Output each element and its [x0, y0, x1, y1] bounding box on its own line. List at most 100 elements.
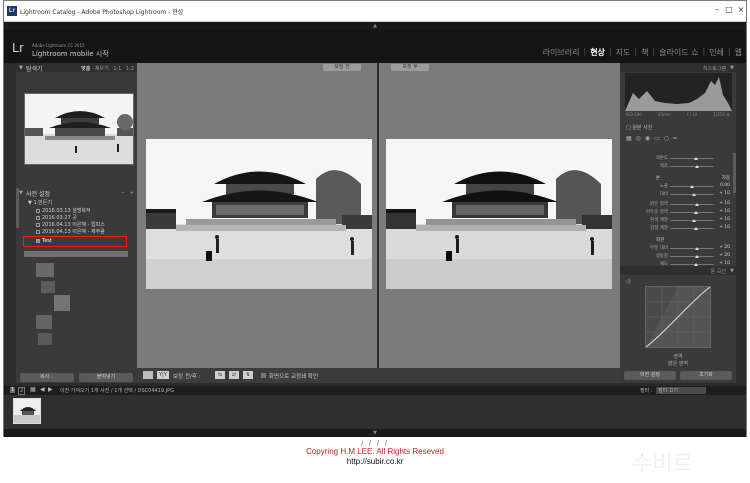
previous-settings-button[interactable]: 이전 설정 — [624, 371, 676, 380]
minimize-icon[interactable]: – — [712, 5, 722, 15]
slider-track[interactable] — [670, 263, 714, 266]
slider-row[interactable]: 색온도 — [626, 155, 730, 162]
tone-curve-graph[interactable] — [645, 286, 711, 348]
slider-row[interactable]: 부분 대비 + 20 — [626, 245, 730, 252]
slider-knob[interactable] — [690, 185, 694, 188]
copy-after-to-before-icon[interactable]: ⇄ — [229, 371, 239, 379]
zoom-fit[interactable]: 맞춤 — [81, 66, 90, 72]
slider-knob[interactable] — [693, 211, 698, 214]
slider-knob[interactable] — [695, 255, 700, 258]
slider-track[interactable] — [670, 185, 714, 188]
slider-track[interactable] — [670, 247, 714, 250]
slider-track[interactable] — [670, 203, 714, 206]
slider-row[interactable]: 대비 + 10 — [626, 191, 730, 198]
slider-value[interactable]: + 10 — [719, 217, 730, 222]
slider-row[interactable]: 어두운 영역 + 10 — [626, 209, 730, 216]
bottom-panel-collapse-toggle[interactable]: ▼ — [4, 429, 746, 437]
filter-dropdown[interactable]: 필터 끄기 — [656, 387, 706, 394]
slider-row[interactable]: 밝은 영역 + 10 — [626, 201, 730, 208]
navigator-header[interactable]: ▼ 탐색기 맞춤 채우기 1:1 1:2 — [16, 63, 137, 73]
back-arrow-icon[interactable]: ◀ — [40, 386, 45, 393]
slider-value[interactable]: 자동 — [722, 175, 730, 181]
slider-value[interactable]: + 10 — [719, 191, 730, 196]
preset-folder[interactable]: ▼ 1.만든기 — [28, 199, 149, 206]
collapse-triangle-icon[interactable]: ▼ — [730, 268, 734, 274]
tone-curve-header[interactable]: 톤 곡선 ▼ — [620, 266, 736, 275]
slider-row[interactable]: 검정 계열 + 10 — [626, 225, 730, 232]
slider-value[interactable]: + 10 — [719, 225, 730, 230]
slider-knob[interactable] — [695, 247, 700, 250]
navigator-preview[interactable] — [24, 93, 134, 165]
forward-arrow-icon[interactable]: ▶ — [48, 386, 53, 393]
right-panel-scrollbar[interactable] — [733, 153, 736, 193]
radial-filter-icon[interactable]: ○ — [664, 135, 673, 142]
reset-button[interactable]: 초기화 — [680, 371, 732, 380]
collapse-triangle-icon[interactable]: ▼ — [19, 190, 23, 196]
loupe-view-icon[interactable] — [143, 371, 153, 379]
paste-button[interactable]: 붙여넣기 — [79, 373, 133, 382]
slider-track[interactable] — [670, 157, 714, 160]
slider-knob[interactable] — [695, 165, 700, 168]
module-slideshow[interactable]: 슬라이드 쇼 — [659, 47, 698, 58]
slider-value[interactable]: + 20 — [719, 253, 730, 258]
identity-plate-text[interactable]: Lightroom mobile 시작 — [32, 49, 109, 59]
collapse-triangle-icon[interactable]: ▼ — [19, 65, 23, 71]
slider-track[interactable] — [670, 227, 714, 230]
soft-proof-checkbox[interactable] — [261, 373, 266, 378]
slider-row[interactable]: 톤 자동 — [626, 175, 730, 182]
red-eye-icon[interactable]: ◉ — [645, 135, 654, 142]
histogram[interactable] — [625, 73, 732, 111]
module-library[interactable]: 라이브러리 — [543, 47, 580, 58]
grid-view-icon[interactable]: ▦ — [30, 386, 36, 393]
slider-value[interactable]: + 10 — [719, 209, 730, 214]
module-develop[interactable]: 현상 — [590, 47, 605, 58]
collapse-triangle-icon[interactable]: ▼ — [730, 65, 734, 71]
slider-knob[interactable] — [693, 227, 698, 230]
slider-row[interactable]: 색조 — [626, 163, 730, 170]
module-web[interactable]: 웹 — [735, 47, 742, 58]
slider-value[interactable]: 0.00 — [720, 183, 730, 188]
spot-removal-icon[interactable]: ◎ — [636, 135, 645, 142]
slider-row[interactable]: 생동감 + 20 — [626, 253, 730, 260]
slider-track[interactable] — [670, 255, 714, 258]
slider-row[interactable]: 노출 0.00 — [626, 183, 730, 190]
slider-knob[interactable] — [692, 219, 697, 222]
left-panel-scrollbar[interactable] — [16, 188, 19, 228]
close-icon[interactable]: × — [736, 5, 746, 15]
remove-preset-button[interactable]: − — [121, 190, 125, 196]
slider-value[interactable]: + 20 — [719, 245, 730, 250]
zoom-1-1[interactable]: 1:1 — [113, 66, 121, 72]
original-photo-toggle[interactable]: □ 원본 사진 — [626, 124, 652, 131]
module-print[interactable]: 인쇄 — [709, 47, 724, 58]
copy-button[interactable]: 복사... — [20, 373, 74, 382]
slider-row[interactable]: 외관 — [626, 237, 730, 244]
slider-track[interactable] — [670, 219, 714, 222]
secondary-display-1[interactable]: 1 — [10, 387, 16, 393]
maximize-icon[interactable]: □ — [724, 5, 734, 15]
slider-knob[interactable] — [693, 157, 698, 160]
zoom-1-2[interactable]: 1:2 — [126, 66, 134, 72]
swap-settings-icon[interactable]: ⇅ — [243, 371, 253, 379]
secondary-display-2[interactable]: 2 — [18, 387, 26, 395]
slider-knob[interactable] — [692, 193, 697, 196]
top-panel-collapse-toggle[interactable]: ▲ — [4, 22, 746, 30]
zoom-fill[interactable]: 채우기 — [95, 66, 109, 72]
slider-row[interactable]: 흰색 계열 + 10 — [626, 217, 730, 224]
slider-value[interactable]: + 10 — [719, 201, 730, 206]
copy-before-to-after-icon[interactable]: ⇆ — [215, 371, 225, 379]
target-adjust-icon[interactable]: ◎ — [626, 278, 631, 285]
filmstrip-info[interactable]: 이전 가져오기 1개 사진 / 1개 선택 / DSC04419.JPG — [60, 387, 174, 394]
graduated-filter-icon[interactable]: ▭ — [654, 135, 664, 142]
add-preset-button[interactable]: + — [130, 190, 134, 196]
before-after-mode-button[interactable]: Y|Y — [157, 371, 169, 379]
module-map[interactable]: 지도 — [616, 47, 631, 58]
histogram-header[interactable]: 히스토그램 ▼ — [620, 63, 736, 72]
adjustment-brush-icon[interactable]: ━ — [673, 135, 681, 142]
slider-track[interactable] — [670, 193, 714, 196]
after-photo[interactable] — [386, 139, 612, 289]
slider-track[interactable] — [670, 211, 714, 214]
before-photo[interactable] — [146, 139, 372, 289]
slider-knob[interactable] — [695, 203, 700, 206]
crop-tool-icon[interactable]: ▦ — [626, 135, 636, 142]
filmstrip-thumbnail[interactable] — [13, 398, 41, 424]
